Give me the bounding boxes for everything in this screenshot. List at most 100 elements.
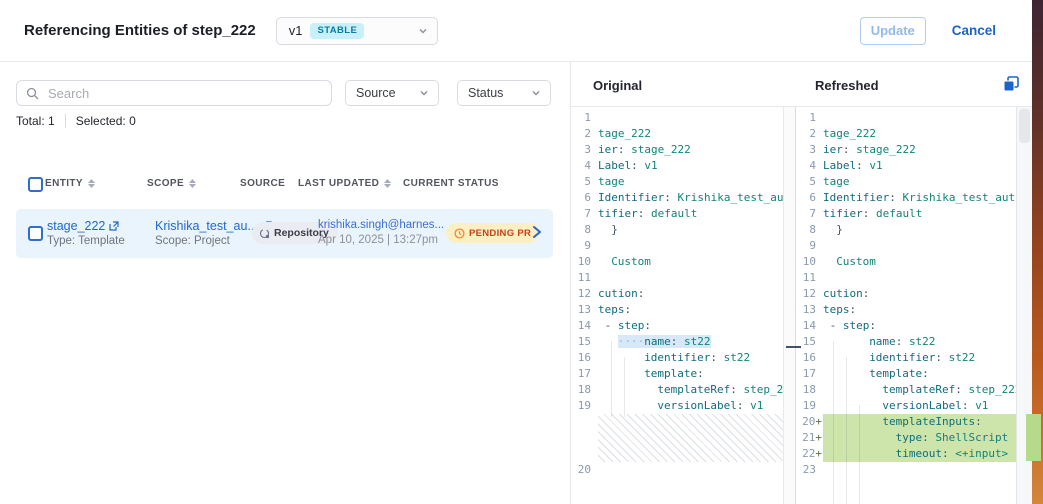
modal-header: Referencing Entities of step_222 v1 STAB… <box>0 0 1032 62</box>
diff-line: 11 <box>796 270 1017 286</box>
refreshed-pane-title: Refreshed <box>815 78 879 93</box>
diff-line: 7tifier: default <box>796 206 1017 222</box>
diff-line: 12cution: <box>796 286 1017 302</box>
diff-line: 8} <box>796 222 1017 238</box>
updated-by: krishika.singh@harnes... <box>318 219 444 231</box>
chevron-right-icon[interactable] <box>531 225 543 244</box>
chevron-down-icon <box>419 88 429 98</box>
source-filter-select[interactable]: Source <box>345 80 439 106</box>
diff-line: 3ier: stage_222 <box>796 142 1017 158</box>
total-count: Total: 1 <box>16 114 55 128</box>
diff-line: 1 <box>571 110 783 126</box>
diff-line: 11 <box>571 270 783 286</box>
diff-line: 19versionLabel: v1 <box>796 398 1017 414</box>
status-badge-label: PENDING PR <box>469 228 531 239</box>
copy-icon[interactable] <box>1003 76 1019 92</box>
row-checkbox[interactable] <box>28 226 43 241</box>
external-link-icon <box>109 221 119 231</box>
entity-link[interactable]: stage_222 <box>47 219 125 233</box>
diff-lines-refreshed: 12tage_2223ier: stage_2224Label: v15tage… <box>796 110 1017 478</box>
update-button[interactable]: Update <box>860 17 926 45</box>
diff-pane-refreshed[interactable]: 12tage_2223ier: stage_2224Label: v15tage… <box>795 107 1032 504</box>
updated-at: Apr 10, 2025 | 13:27pm <box>318 234 444 246</box>
column-entity: ENTITY <box>45 178 95 189</box>
original-pane-title: Original <box>593 78 642 93</box>
diff-line: 17template: <box>796 366 1017 382</box>
scrollbar-thumb[interactable] <box>1019 109 1030 143</box>
diff-line: 9 <box>796 238 1017 254</box>
version-stable-badge: STABLE <box>310 23 364 39</box>
divider <box>65 114 66 128</box>
scrollbar-track[interactable] <box>783 107 795 504</box>
search-input[interactable] <box>46 85 331 102</box>
entity-type: Type: Template <box>47 235 125 247</box>
referencing-entities-modal: Referencing Entities of step_222 v1 STAB… <box>0 0 1032 504</box>
sort-icon[interactable] <box>88 179 95 188</box>
version-select[interactable]: v1 STABLE <box>276 17 438 45</box>
diff-line: 1 <box>796 110 1017 126</box>
chevron-down-icon <box>418 26 428 36</box>
indent-guide <box>624 357 625 417</box>
cancel-button[interactable]: Cancel <box>946 22 1002 39</box>
clock-icon <box>454 228 465 239</box>
diff-line: 12cution: <box>571 286 783 302</box>
selected-count: Selected: 0 <box>76 114 136 128</box>
diff-line: 8} <box>571 222 783 238</box>
diff-line: 3ier: stage_222 <box>571 142 783 158</box>
diff-line: 20 <box>571 462 783 478</box>
diff-pane-original[interactable]: 12tage_2223ier: stage_2224Label: v15tage… <box>571 107 795 504</box>
indent-guide <box>833 341 834 504</box>
diff-change-connector <box>786 346 801 348</box>
diff-line: 18templateRef: step_222 <box>796 382 1017 398</box>
diff-line: 4Label: v1 <box>796 158 1017 174</box>
diff-line: 19versionLabel: v1 <box>571 398 783 414</box>
sort-icon[interactable] <box>189 179 196 188</box>
diff-line: 14- step: <box>796 318 1017 334</box>
diff-line: 14- step: <box>571 318 783 334</box>
diff-header: Original Refreshed <box>571 62 1032 107</box>
diff-line: 10Custom <box>796 254 1017 270</box>
sort-icon[interactable] <box>384 179 391 188</box>
chevron-down-icon <box>531 88 541 98</box>
diff-line: 16identifier: st22 <box>571 350 783 366</box>
diff-line: 9 <box>571 238 783 254</box>
diff-line: 16identifier: st22 <box>796 350 1017 366</box>
diff-line: 13teps: <box>796 302 1017 318</box>
status-filter-select[interactable]: Status <box>457 80 551 106</box>
table-row[interactable]: stage_222 Type: Template Krishika_test_a… <box>16 209 553 258</box>
diff-line: 6Identifier: Krishika_test_aut <box>571 190 783 206</box>
entity-cell: stage_222 Type: Template <box>47 219 125 247</box>
diff-line: 23 <box>796 462 1017 478</box>
indent-guide <box>846 357 847 504</box>
select-all-checkbox[interactable] <box>28 177 43 192</box>
diff-line: 20+templateInputs: <box>796 414 1017 430</box>
diff-line: 22+timeout: <+input> <box>796 446 1017 462</box>
diff-line: 4Label: v1 <box>571 158 783 174</box>
indent-guide <box>611 341 612 417</box>
search-input-wrapper <box>16 80 332 106</box>
column-current-status: CURRENT STATUS <box>403 178 499 189</box>
diff-line: 21+type: ShellScript <box>796 430 1017 446</box>
diff-line: 15····name: st22 <box>571 334 783 350</box>
status-badge: PENDING PR <box>446 223 539 243</box>
overview-ruler-added-mark <box>1026 414 1041 461</box>
column-last-updated: LAST UPDATED <box>298 178 391 189</box>
column-source: SOURCE <box>240 178 285 189</box>
column-scope: SCOPE <box>147 178 196 189</box>
diff-line: 13teps: <box>571 302 783 318</box>
diff-line: 6Identifier: Krishika_test_aut <box>796 190 1017 206</box>
diff-lines-original: 12tage_2223ier: stage_2224Label: v15tage… <box>571 110 783 478</box>
totals-bar: Total: 1 Selected: 0 <box>16 114 136 128</box>
diff-line: 5tage <box>796 174 1017 190</box>
diff-line: 17template: <box>571 366 783 382</box>
table-header: ENTITY SCOPE SOURCE LAST UPDATED CURRENT <box>0 172 570 198</box>
page-title: Referencing Entities of step_222 <box>24 22 256 39</box>
diff-line: 15name: st22 <box>796 334 1017 350</box>
version-value: v1 <box>289 23 303 38</box>
repository-icon <box>259 228 270 239</box>
diff-line: 5tage <box>571 174 783 190</box>
indent-guide <box>859 405 860 504</box>
diff-line: 18templateRef: step_222 <box>571 382 783 398</box>
diff-line: 10Custom <box>571 254 783 270</box>
last-updated-cell: krishika.singh@harnes... Apr 10, 2025 | … <box>318 219 444 246</box>
